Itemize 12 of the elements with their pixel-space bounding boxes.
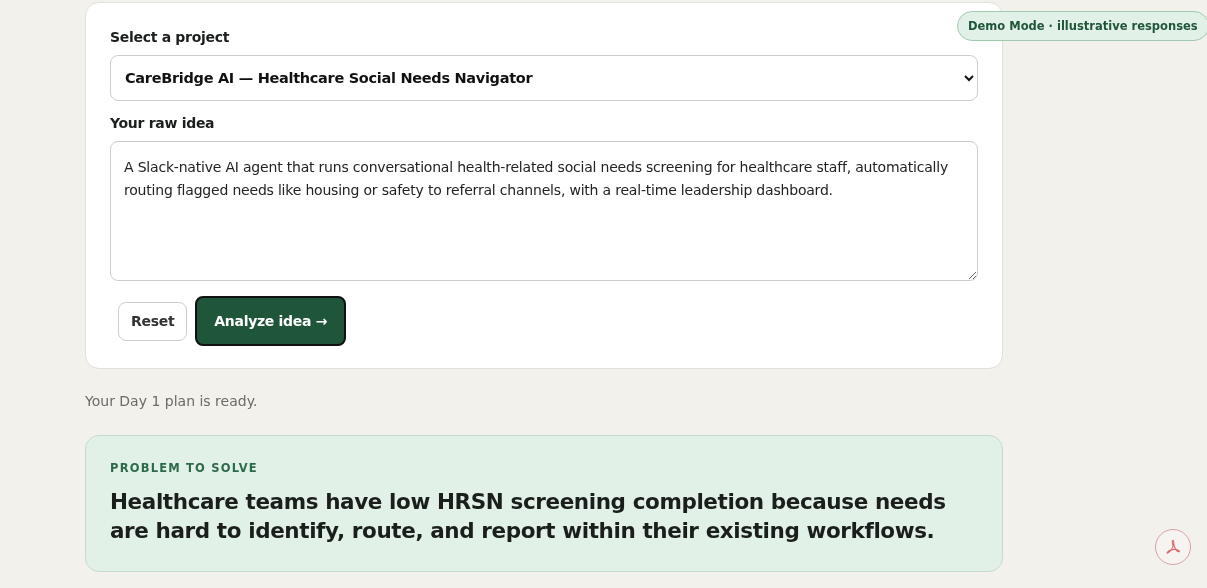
field-label: Select a project [110, 29, 231, 45]
idea-input-field[interactable]: A Slack-native AI agent that runs conversational health-related social needs screening for healthcare staff, automatically routing flagged needs like housing or safety to referral channels, with a real-time leadership dashboard. [110, 141, 978, 281]
reset-button[interactable]: Reset [118, 301, 188, 341]
problem-statement: Healthcare teams have low HRSN screening completion because needs are hard to identify, route, and report within their existing workflows. [110, 488, 947, 545]
analyze-button[interactable]: Analyze idea → [195, 296, 347, 346]
acrobat-icon [1164, 538, 1182, 556]
project-dropdown[interactable]: CareBridge AI — Healthcare Social Needs Navigator [110, 55, 978, 101]
status-text: Your Day 1 plan is ready. [85, 393, 259, 409]
section-heading: PROBLEM TO SOLVE [110, 461, 259, 475]
demo-mode-badge: Demo Mode · illustrative responses [957, 11, 1207, 41]
field-label: Your raw idea [110, 115, 216, 131]
pdf-button[interactable] [1155, 529, 1191, 565]
